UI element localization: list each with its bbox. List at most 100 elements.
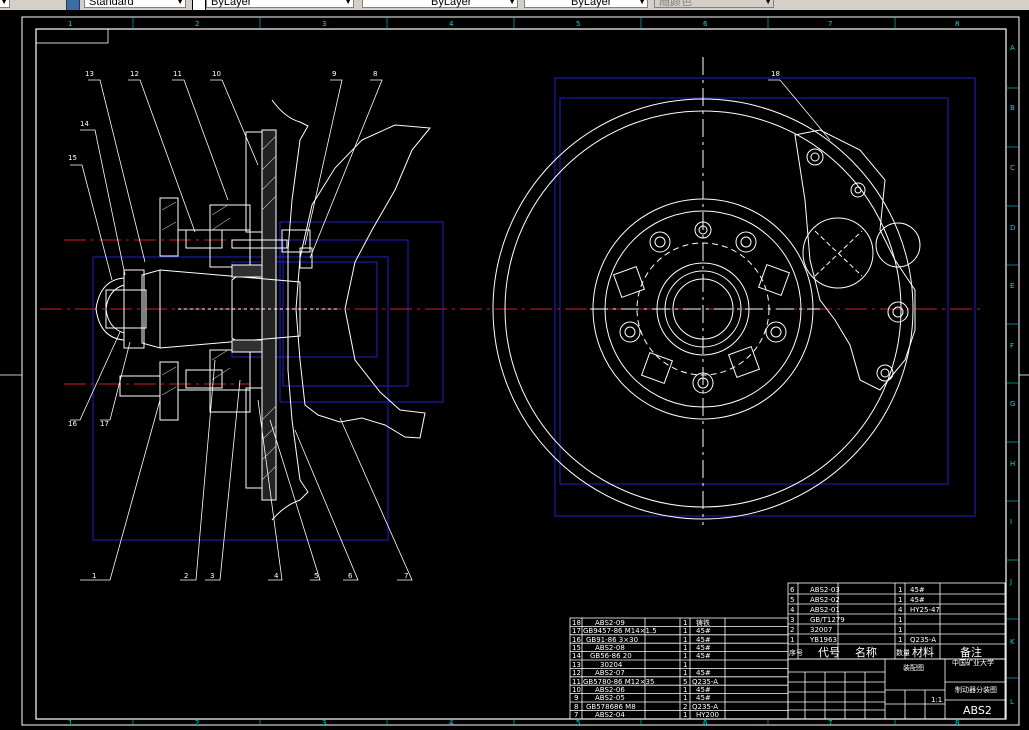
part-row-no: 3 <box>790 616 794 624</box>
row-letter: H <box>1010 460 1015 468</box>
row-letter: A <box>1010 44 1015 52</box>
text-style-dropdown[interactable]: ▼ <box>0 0 10 8</box>
column-number: 1 <box>68 20 72 28</box>
header-name: 名称 <box>855 645 877 659</box>
row-letter: G <box>1010 400 1015 408</box>
part-number-label: 9 <box>332 70 336 78</box>
lineweight-select[interactable]: ByLayer ▼ <box>524 0 648 8</box>
part-row-no: 9 <box>574 694 578 702</box>
part-number-label: 11 <box>173 70 182 78</box>
column-number: 3 <box>322 20 326 28</box>
part-row-no: 18 <box>572 619 581 627</box>
part-row-code: ABS2-05 <box>595 694 625 702</box>
part-row-qty: 2 <box>683 703 687 711</box>
part-row-code: ABS2-09 <box>595 619 625 627</box>
part-row-material: 45# <box>696 652 711 660</box>
text-style-select[interactable]: Standard ▼ <box>84 0 186 8</box>
part-number-label: 2 <box>184 572 188 580</box>
part-row-no: 7 <box>574 711 578 719</box>
row-letter: C <box>1010 164 1015 172</box>
part-row-qty: 1 <box>898 616 902 624</box>
assembly-label: 装配图 <box>903 663 924 672</box>
part-number-label: 5 <box>314 572 318 580</box>
column-number: 6 <box>703 719 708 727</box>
part-row-material: 45# <box>696 686 711 694</box>
part-row-material: 45# <box>696 694 711 702</box>
column-number: 4 <box>449 20 454 28</box>
part-row-code: ABS2-06 <box>595 686 625 694</box>
part-row-no: 17 <box>572 627 581 635</box>
part-number-label: 17 <box>100 420 109 428</box>
part-row-code: 32007 <box>810 626 832 634</box>
part-row-qty: 1 <box>683 711 687 719</box>
part-number-label: 7 <box>404 572 408 580</box>
row-letter: F <box>1010 342 1014 350</box>
part-row-material: Q235-A <box>692 678 718 686</box>
part-row-code: YB1963 <box>809 636 837 644</box>
drawing-scale: 1:1 <box>931 696 942 704</box>
part-row-qty: 1 <box>683 652 687 660</box>
part-row-material: HY200 <box>696 711 719 719</box>
part-row-no: 16 <box>572 636 581 644</box>
linetype-select[interactable]: ByLayer ▼ <box>362 0 518 8</box>
part-row-code: GB91-86 3×30 <box>586 636 638 644</box>
row-letter: B <box>1010 104 1015 112</box>
part-row-qty: 1 <box>683 636 687 644</box>
column-number: 3 <box>322 719 326 727</box>
part-row-no: 8 <box>574 703 578 711</box>
part-number-label: 18 <box>771 70 780 78</box>
row-letter: L <box>1010 698 1014 706</box>
column-number: 5 <box>576 719 580 727</box>
column-number: 2 <box>195 20 199 28</box>
part-row-qty: 1 <box>898 596 902 604</box>
part-row-no: 2 <box>790 626 794 634</box>
chevron-down-icon: ▼ <box>0 0 8 6</box>
column-number: 4 <box>449 719 454 727</box>
part-row-material: 45# <box>696 644 711 652</box>
part-row-code: ABS2-02 <box>810 596 840 604</box>
part-row-no: 10 <box>572 686 581 694</box>
part-row-qty: 1 <box>898 586 902 594</box>
part-row-qty: 1 <box>683 644 687 652</box>
chevron-down-icon: ▼ <box>176 0 184 6</box>
row-letter: D <box>1010 224 1015 232</box>
part-row-qty: 1 <box>898 626 902 634</box>
part-row-code: GB56-86 20 <box>590 652 632 660</box>
chevron-down-icon: ▼ <box>638 0 646 6</box>
color-select[interactable]: ByLayer ▼ <box>206 0 354 8</box>
part-row-code: GB578686 M8 <box>586 703 636 711</box>
column-number: 8 <box>955 719 959 727</box>
drawing-canvas[interactable]: 1 2 3 4 5 6 7 8 1 2 3 4 5 6 7 8 A B C D … <box>0 10 1029 730</box>
part-row-qty: 1 <box>683 627 687 635</box>
row-letter: J <box>1009 578 1012 586</box>
header-no: 序号 <box>789 648 803 657</box>
chevron-down-icon: ▼ <box>764 0 772 6</box>
part-number-label: 8 <box>373 70 377 78</box>
part-row-code: ABS2-03 <box>810 586 840 594</box>
part-row-code: ABS2-01 <box>810 606 840 614</box>
header-note: 备注 <box>960 645 982 659</box>
part-row-no: 12 <box>572 669 581 677</box>
row-letter: K <box>1010 638 1015 646</box>
drawing-number: ABS2 <box>963 704 992 717</box>
plot-style-select[interactable]: 随颜色 ▼ <box>654 0 774 8</box>
part-row-no: 6 <box>790 586 795 594</box>
part-row-no: 4 <box>790 606 795 614</box>
part-row-no: 11 <box>572 678 581 686</box>
part-row-material: 45# <box>910 596 925 604</box>
part-row-code: GB9457-86 M14×1.5 <box>583 627 657 635</box>
part-row-material: 45# <box>696 627 711 635</box>
part-row-material: HY25-47 <box>910 606 940 614</box>
part-row-qty: 1 <box>683 669 687 677</box>
part-row-no: 15 <box>572 644 581 652</box>
part-row-no: 14 <box>572 652 581 660</box>
part-number-label: 14 <box>80 120 89 128</box>
part-row-no: 1 <box>790 636 794 644</box>
chevron-down-icon: ▼ <box>508 0 516 6</box>
column-number: 8 <box>955 20 959 28</box>
part-number-label: 3 <box>210 572 214 580</box>
part-row-material: 45# <box>696 669 711 677</box>
part-row-material: 45# <box>696 636 711 644</box>
column-number: 6 <box>703 20 708 28</box>
part-row-no: 5 <box>790 596 794 604</box>
